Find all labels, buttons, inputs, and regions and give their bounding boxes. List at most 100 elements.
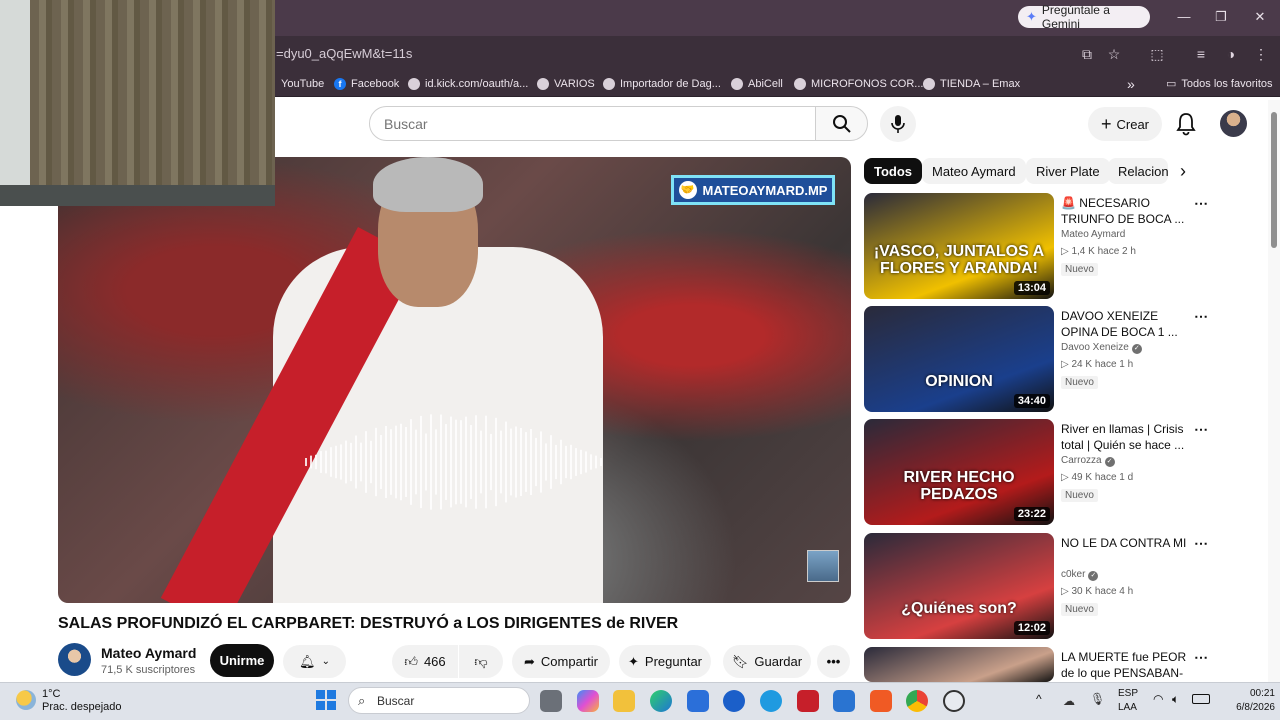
taskbar-date[interactable]: 6/8/2026 — [1217, 702, 1275, 713]
channel-watermark[interactable] — [807, 550, 839, 582]
scrollbar-thumb[interactable] — [1271, 112, 1277, 248]
recommendation-card[interactable]: OPINION 34:40 DAVOO XENEIZE OPINA DE BOCA … — [864, 306, 1209, 412]
file-explorer-icon[interactable] — [613, 690, 635, 712]
browser-menu-icon[interactable]: ⋮ — [1252, 45, 1270, 63]
share-button[interactable]: ➦ Compartir — [512, 645, 610, 678]
bookmark-facebook[interactable]: f Facebook — [334, 75, 399, 92]
subscription-notifications-button[interactable]: 🔔︎ ⌄ — [283, 645, 346, 678]
share-arrow-icon: ➦ — [524, 653, 535, 669]
recommendation-thumbnail[interactable]: RIVER HECHO PEDAZOS 23:22 — [864, 419, 1054, 525]
channel-name[interactable]: Mateo Aymard — [101, 645, 196, 661]
weather-description[interactable]: Prac. despejado — [42, 701, 122, 713]
bookmark-youtube[interactable]: YouTube — [281, 75, 324, 92]
media-controls-icon[interactable]: ≡ — [1192, 45, 1210, 63]
brave-icon[interactable] — [870, 690, 892, 712]
recommendation-title[interactable]: NO LE DA CONTRA MI — [1061, 535, 1189, 551]
bookmark-varios[interactable]: VARIOS — [537, 75, 595, 92]
chip-mateo-aymard[interactable]: Mateo Aymard — [922, 158, 1026, 184]
create-button[interactable]: + Crear — [1088, 107, 1162, 141]
recommendation-title[interactable]: DAVOO XENEIZE OPINA DE BOCA 1 ... — [1061, 308, 1189, 340]
recommendation-more-icon[interactable]: ⋯ — [1194, 535, 1208, 552]
recommendation-card[interactable]: LA MUERTE fue PEOR de lo que PENSABAN- .… — [864, 647, 1209, 696]
join-button[interactable]: Unirme — [210, 644, 274, 677]
keyboard-layout[interactable]: LAA — [1118, 702, 1137, 713]
like-button[interactable]: 👍︎ 466 — [392, 645, 458, 678]
extensions-icon[interactable]: ⬚ — [1148, 45, 1166, 63]
input-language[interactable]: ESP — [1118, 688, 1138, 699]
recommendation-thumbnail[interactable]: ¡VASCO, JUNTALOS A FLORES Y ARANDA! 13:04 — [864, 193, 1054, 299]
bookmark-microfonos[interactable]: MICROFONOS COR... — [794, 75, 923, 92]
search-button[interactable] — [815, 106, 868, 141]
close-window-icon[interactable]: ✕ — [1249, 6, 1271, 28]
chip-todos[interactable]: Todos — [864, 158, 923, 184]
recommendation-more-icon[interactable]: ⋯ — [1194, 421, 1208, 438]
bookmark-importador[interactable]: Importador de Dag... — [603, 75, 721, 92]
profile-icon[interactable]: ◑ — [1222, 45, 1240, 63]
microphone-tray-icon[interactable]: 🎙︎ — [1090, 692, 1105, 706]
bookmark-star-icon[interactable]: ☆ — [1105, 45, 1123, 63]
store-icon[interactable] — [687, 690, 709, 712]
user-avatar[interactable] — [1220, 110, 1247, 137]
thumbnail-caption: ¿Quiénes son? — [901, 600, 1017, 617]
recommendation-channel[interactable]: c0ker ✓ — [1061, 569, 1099, 581]
tray-overflow-chevron-icon[interactable]: ^ — [1036, 692, 1042, 706]
recommendation-card[interactable]: RIVER HECHO PEDAZOS 23:22 River en llamas … — [864, 419, 1209, 525]
bookmark-kick[interactable]: id.kick.com/oauth/a... — [408, 75, 528, 92]
channel-avatar[interactable] — [58, 643, 91, 676]
recommendation-more-icon[interactable]: ⋯ — [1194, 195, 1208, 212]
mcafee-icon[interactable] — [797, 690, 819, 712]
onedrive-icon[interactable]: ☁ — [1063, 694, 1075, 708]
recommendation-title[interactable]: River en llamas | Crisis total | Quién s… — [1061, 421, 1189, 453]
chrome-icon[interactable] — [906, 690, 928, 712]
battery-icon[interactable] — [1192, 694, 1210, 704]
recommendation-card[interactable]: ¿Quiénes son? 12:02 NO LE DA CONTRA MI c0ke… — [864, 533, 1209, 639]
copilot-icon[interactable] — [577, 690, 599, 712]
save-button[interactable]: 🔖︎ Guardar — [723, 645, 811, 678]
recommendation-more-icon[interactable]: ⋯ — [1194, 308, 1208, 325]
windows-start-icon[interactable] — [316, 690, 336, 710]
cast-icon[interactable]: ⧉ — [1078, 45, 1096, 63]
chips-next-button[interactable]: › — [1172, 158, 1194, 184]
recommendation-channel[interactable]: Davoo Xeneize ✓ — [1061, 342, 1142, 354]
chip-river-plate[interactable]: River Plate — [1026, 158, 1110, 184]
recommendation-more-icon[interactable]: ⋯ — [1194, 649, 1208, 666]
chip-relacion[interactable]: Relacion — [1108, 158, 1168, 184]
new-badge: Nuevo — [1061, 376, 1098, 389]
edge-icon[interactable] — [650, 690, 672, 712]
voice-search-button[interactable] — [880, 106, 916, 142]
video-player[interactable]: 🤝 MATEOAYMARD.MP — [58, 157, 851, 603]
outlook-icon[interactable] — [833, 690, 855, 712]
bookmark-tienda[interactable]: TIENDA – Emax — [923, 75, 1020, 92]
recommendation-channel[interactable]: Mateo Aymard — [1061, 229, 1125, 240]
volume-icon[interactable]: 🔈︎ — [1172, 692, 1179, 707]
help-icon[interactable] — [760, 690, 782, 712]
globe-icon — [794, 77, 806, 90]
dislike-button[interactable]: 👎︎ — [459, 645, 503, 678]
recommendation-title[interactable]: 🚨 NECESARIO TRIUNFO DE BOCA ... — [1061, 195, 1189, 227]
recommendation-channel[interactable]: Carrozza ✓ — [1061, 455, 1115, 467]
task-view-icon[interactable] — [540, 690, 562, 712]
all-bookmarks-folder[interactable]: ▭ Todos los favoritos — [1166, 75, 1273, 92]
bookmarks-overflow-button[interactable]: » — [1127, 75, 1135, 92]
more-actions-button[interactable]: ••• — [817, 645, 850, 678]
weather-icon[interactable] — [16, 690, 36, 710]
address-bar-url[interactable]: =dyu0_aQqEwM&t=11s — [276, 46, 412, 61]
recording-app-icon[interactable] — [943, 690, 965, 712]
folder-icon: ▭ — [1166, 78, 1177, 90]
taskbar-search-box[interactable]: ⌕ Buscar — [348, 687, 530, 714]
recommendation-card[interactable]: ¡VASCO, JUNTALOS A FLORES Y ARANDA! 13:04… — [864, 193, 1209, 299]
hp-icon[interactable] — [723, 690, 745, 712]
weather-temperature[interactable]: 1°C — [42, 688, 60, 700]
minimize-icon[interactable]: — — [1173, 6, 1195, 28]
taskbar-clock[interactable]: 00:21 — [1225, 688, 1275, 699]
recommendation-thumbnail[interactable] — [864, 647, 1054, 682]
maximize-icon[interactable]: ❐ — [1210, 6, 1232, 28]
recommendation-thumbnail[interactable]: OPINION 34:40 — [864, 306, 1054, 412]
wifi-icon[interactable]: ◠ — [1153, 692, 1163, 706]
youtube-search-input[interactable] — [370, 107, 815, 140]
bookmark-abicell[interactable]: AbiCell — [731, 75, 783, 92]
ask-button[interactable]: ✦ Preguntar — [619, 645, 711, 678]
notifications-bell-icon[interactable] — [1175, 112, 1197, 136]
recommendation-thumbnail[interactable]: ¿Quiénes son? 12:02 — [864, 533, 1054, 639]
ask-gemini-button[interactable]: ✦ Pregúntale a Gemini — [1018, 3, 1150, 31]
